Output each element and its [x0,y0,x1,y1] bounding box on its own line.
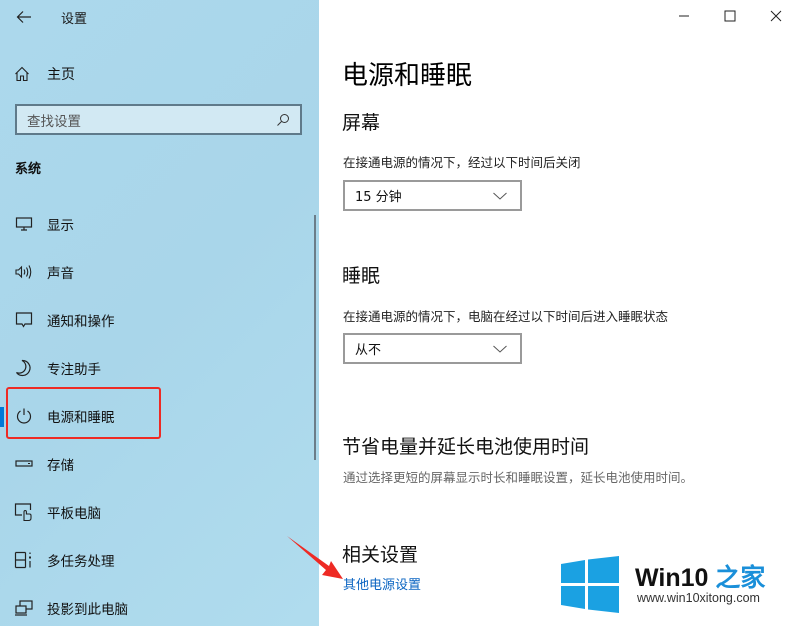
section-heading-sleep: 睡眠 [342,265,381,287]
search-input[interactable]: 查找设置 [15,104,302,135]
project-icon [14,598,34,618]
minimize-icon [679,15,689,17]
back-arrow-icon [16,11,31,23]
sidebar: 设置 主页 查找设置 系统 显示 声音 通知和操作 专注助手 电源和睡眠 存储 … [0,0,319,626]
dropdown-value: 从不 [355,343,382,358]
multitask-icon [14,550,34,570]
home-icon [15,66,29,82]
sidebar-item-label: 专注助手 [47,362,101,378]
watermark-url: www.win10xitong.com [637,591,760,605]
sidebar-item-power-sleep[interactable]: 电源和睡眠 [0,396,290,436]
back-button[interactable] [10,4,38,30]
battery-description: 通过选择更短的屏幕显示时长和睡眠设置，延长电池使用时间。 [343,470,694,485]
section-heading-screen: 屏幕 [342,112,381,134]
tablet-icon [14,502,34,522]
sidebar-item-notifications[interactable]: 通知和操作 [0,300,290,340]
page-title: 电源和睡眠 [342,61,473,91]
screen-timeout-dropdown[interactable]: 15 分钟 [343,180,522,211]
windows-logo-icon [561,556,619,613]
dropdown-value: 15 分钟 [355,190,402,205]
sidebar-item-label: 投影到此电脑 [47,602,128,618]
sidebar-item-project-to-pc[interactable]: 投影到此电脑 [0,588,290,626]
sleep-description: 在接通电源的情况下，电脑在经过以下时间后进入睡眠状态 [343,309,669,324]
watermark: Win10 之家 www.win10xitong.com [555,553,790,626]
sidebar-item-sound[interactable]: 声音 [0,252,290,292]
sidebar-item-label: 显示 [47,218,74,234]
sidebar-item-label: 存储 [47,458,74,474]
sidebar-item-display[interactable]: 显示 [0,204,290,244]
sidebar-item-label: 声音 [47,266,74,282]
monitor-icon [14,214,34,234]
close-icon [770,10,782,22]
app-title: 设置 [61,12,88,27]
watermark-brand: Win10 之家 [635,558,765,594]
watermark-brand-accent: 之家 [715,564,766,592]
notification-icon [14,310,34,330]
minimize-button[interactable] [661,0,707,32]
sidebar-item-multitasking[interactable]: 多任务处理 [0,540,290,580]
search-icon[interactable] [274,111,292,129]
section-label-system: 系统 [15,162,42,177]
chevron-down-icon [493,192,507,200]
chevron-down-icon [493,345,507,353]
maximize-icon [724,10,736,22]
sidebar-item-label: 平板电脑 [47,506,101,522]
moon-icon [14,358,34,378]
main-content: 电源和睡眠 屏幕 在接通电源的情况下，经过以下时间后关闭 15 分钟 睡眠 在接… [319,0,790,626]
storage-icon [14,454,34,474]
watermark-brand-main: Win10 [635,564,709,592]
sidebar-item-focus-assist[interactable]: 专注助手 [0,348,290,388]
sidebar-home[interactable]: 主页 [14,63,75,85]
additional-power-settings-link[interactable]: 其他电源设置 [343,574,421,593]
section-heading-battery: 节省电量并延长电池使用时间 [342,436,590,458]
maximize-button[interactable] [707,0,753,32]
sidebar-item-storage[interactable]: 存储 [0,444,290,484]
close-button[interactable] [753,0,790,32]
section-heading-related: 相关设置 [342,544,419,566]
home-label: 主页 [47,67,75,83]
sleep-timeout-dropdown[interactable]: 从不 [343,333,522,364]
speaker-icon [14,262,34,282]
sidebar-item-label: 电源和睡眠 [47,410,115,426]
sidebar-item-tablet[interactable]: 平板电脑 [0,492,290,532]
search-placeholder: 查找设置 [27,113,81,130]
power-icon [14,406,34,426]
sidebar-item-label: 多任务处理 [47,554,115,570]
sidebar-item-label: 通知和操作 [47,314,115,330]
sidebar-scrollbar[interactable] [314,215,316,460]
screen-description: 在接通电源的情况下，经过以下时间后关闭 [343,155,581,170]
